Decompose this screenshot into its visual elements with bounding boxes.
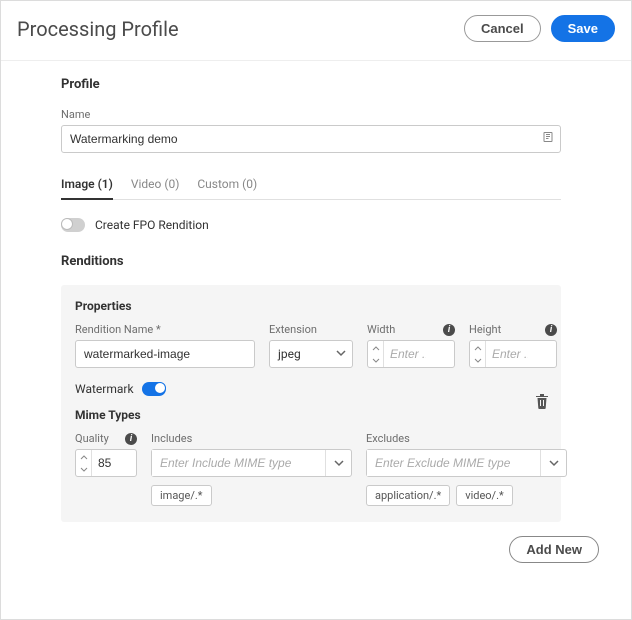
width-step-up[interactable] xyxy=(368,341,383,354)
extension-field: Extension jpeg xyxy=(269,323,353,368)
mime-types-heading: Mime Types xyxy=(75,408,547,422)
height-label: Height xyxy=(469,323,501,336)
profile-section-heading: Profile xyxy=(61,77,615,92)
height-stepper xyxy=(469,340,557,368)
dialog-header: Processing Profile Cancel Save xyxy=(1,1,631,61)
rendition-name-input-wrap xyxy=(75,340,255,368)
dialog: Processing Profile Cancel Save Profile N… xyxy=(0,0,632,620)
includes-field: Includes image/.* xyxy=(151,432,352,506)
width-label: Width xyxy=(367,323,395,336)
quality-step-up[interactable] xyxy=(76,450,91,463)
watermark-label: Watermark xyxy=(75,382,134,396)
fpo-label: Create FPO Rendition xyxy=(95,218,209,232)
extension-label: Extension xyxy=(269,323,353,336)
height-stepper-arrows xyxy=(470,341,486,367)
excludes-field: Excludes application/.* video/.* xyxy=(366,432,567,506)
excludes-chips: application/.* video/.* xyxy=(366,485,567,506)
tab-custom[interactable]: Custom (0) xyxy=(197,171,257,199)
excludes-dropdown-button[interactable] xyxy=(540,450,566,476)
height-step-up[interactable] xyxy=(470,341,485,354)
mime-row: Quality i Includes xyxy=(75,432,547,506)
width-step-down[interactable] xyxy=(368,354,383,367)
excludes-select xyxy=(366,449,567,477)
rendition-name-field: Rendition Name * xyxy=(75,323,255,368)
fpo-toggle[interactable] xyxy=(61,218,85,232)
properties-heading: Properties xyxy=(75,299,547,313)
delete-rendition-button[interactable] xyxy=(535,393,549,412)
quality-label: Quality xyxy=(75,432,109,445)
quality-input[interactable] xyxy=(92,450,128,476)
properties-row: Rendition Name * Extension jpeg xyxy=(75,323,547,368)
rendition-name-label: Rendition Name * xyxy=(75,323,255,336)
includes-label: Includes xyxy=(151,432,352,445)
page-title: Processing Profile xyxy=(17,17,179,41)
profile-name-field: Name xyxy=(61,108,615,153)
chevron-down-icon xyxy=(549,458,559,468)
add-new-button[interactable]: Add New xyxy=(509,536,599,563)
tab-video[interactable]: Video (0) xyxy=(131,171,180,199)
header-actions: Cancel Save xyxy=(464,15,615,42)
chevron-down-icon xyxy=(336,347,346,361)
excludes-label: Excludes xyxy=(366,432,567,445)
save-button[interactable]: Save xyxy=(551,15,615,42)
excludes-input[interactable] xyxy=(367,450,540,476)
height-field: Height i xyxy=(469,323,557,368)
chip-exclude-video[interactable]: video/.* xyxy=(456,485,513,506)
quality-step-down[interactable] xyxy=(76,463,91,476)
tabs: Image (1) Video (0) Custom (0) xyxy=(61,171,561,200)
watermark-row: Watermark xyxy=(75,382,547,396)
chevron-down-icon xyxy=(334,458,344,468)
profile-name-input[interactable] xyxy=(62,126,560,152)
watermark-toggle[interactable] xyxy=(142,382,166,396)
width-stepper xyxy=(367,340,455,368)
add-new-row: Add New xyxy=(61,536,615,563)
height-input[interactable] xyxy=(486,341,534,367)
cancel-button[interactable]: Cancel xyxy=(464,15,541,42)
profile-name-label: Name xyxy=(61,108,615,121)
profile-name-tag-icon xyxy=(542,131,554,147)
chip-exclude-application[interactable]: application/.* xyxy=(366,485,450,506)
includes-dropdown-button[interactable] xyxy=(325,450,351,476)
width-input[interactable] xyxy=(384,341,432,367)
includes-input[interactable] xyxy=(152,450,325,476)
profile-name-input-wrap xyxy=(61,125,561,153)
quality-stepper xyxy=(75,449,137,477)
quality-field: Quality i xyxy=(75,432,137,506)
renditions-section-heading: Renditions xyxy=(61,254,615,269)
trash-icon xyxy=(535,393,549,409)
height-step-down[interactable] xyxy=(470,354,485,367)
info-icon[interactable]: i xyxy=(443,324,455,336)
width-field: Width i xyxy=(367,323,455,368)
rendition-name-input[interactable] xyxy=(76,341,254,367)
chip-include-image[interactable]: image/.* xyxy=(151,485,212,506)
extension-select[interactable]: jpeg xyxy=(269,340,353,368)
quality-stepper-arrows xyxy=(76,450,92,476)
rendition-card: Properties Rendition Name * Extension jp… xyxy=(61,285,561,522)
includes-chips: image/.* xyxy=(151,485,352,506)
width-stepper-arrows xyxy=(368,341,384,367)
includes-select xyxy=(151,449,352,477)
content-area: Profile Name Image (1) Video (0) Custom … xyxy=(1,61,631,563)
tab-image[interactable]: Image (1) xyxy=(61,171,113,199)
info-icon[interactable]: i xyxy=(545,324,557,336)
fpo-switch-row: Create FPO Rendition xyxy=(61,218,615,232)
info-icon[interactable]: i xyxy=(125,433,137,445)
extension-value: jpeg xyxy=(278,347,301,361)
